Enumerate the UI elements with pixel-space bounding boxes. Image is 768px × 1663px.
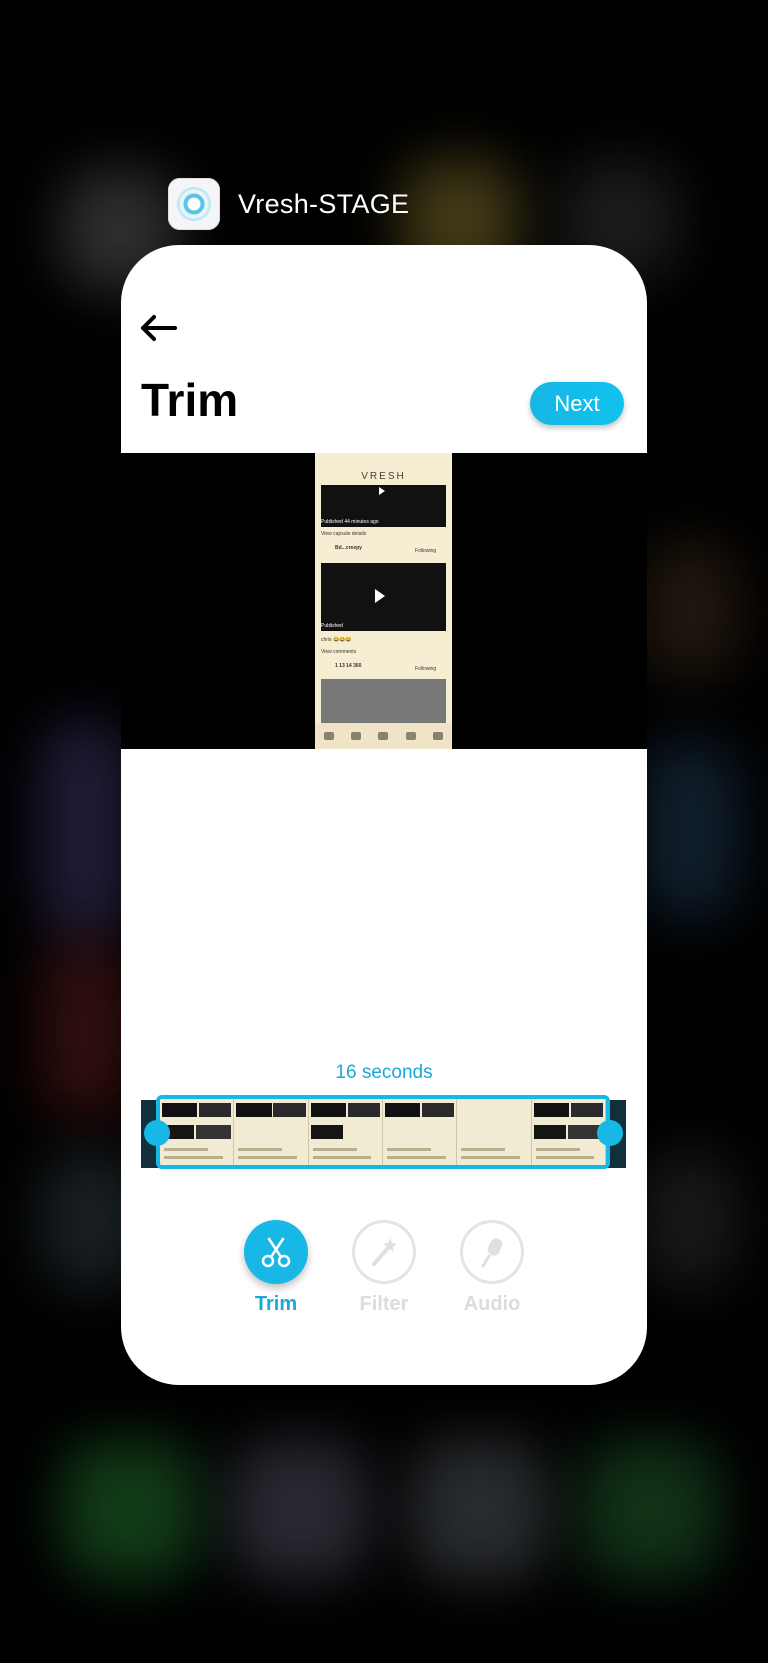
tool-audio[interactable]: Audio <box>458 1220 526 1316</box>
play-icon <box>375 589 385 603</box>
preview-status: Published <box>321 519 343 525</box>
preview-username: 1 13 14 360 <box>335 663 362 669</box>
app-card[interactable]: Trim Next VRESH Published 44 minutes ago… <box>121 245 647 1385</box>
filmstrip-frame <box>382 1099 458 1165</box>
trim-duration: 16 seconds <box>335 1062 433 1083</box>
background-app-blur <box>640 740 740 920</box>
app-icon[interactable] <box>168 178 220 230</box>
dock-app-blur <box>410 1440 550 1580</box>
tool-trim[interactable]: Trim <box>242 1220 310 1316</box>
filmstrip-frame <box>308 1099 383 1165</box>
back-arrow-icon[interactable] <box>139 313 179 343</box>
app-switcher-header[interactable]: Vresh-STAGE <box>168 178 409 230</box>
trim-start-handle[interactable] <box>144 1120 170 1146</box>
play-icon <box>379 487 385 495</box>
preview-comments-link: View comments <box>321 649 357 655</box>
scissors-icon <box>261 1237 291 1268</box>
next-button[interactable]: Next <box>530 382 624 425</box>
tool-filter[interactable]: Filter <box>350 1220 418 1316</box>
filmstrip-frame <box>234 1099 309 1165</box>
background-app-blur <box>40 720 130 940</box>
filmstrip-frame <box>531 1099 606 1165</box>
tool-trim-label: Trim <box>254 1293 298 1315</box>
tool-filter-label: Filter <box>359 1293 409 1315</box>
background-app-blur <box>40 940 130 1120</box>
app-name: Vresh-STAGE <box>238 188 410 219</box>
filmstrip-frame <box>160 1099 235 1165</box>
page-title: Trim <box>141 374 239 426</box>
trim-end-handle[interactable] <box>597 1120 623 1146</box>
preview-follow-badge: Following <box>415 666 437 672</box>
preview-video-thumb <box>321 679 446 723</box>
preview-status: Published <box>321 623 343 629</box>
magic-wand-icon <box>372 1238 397 1266</box>
video-frame: VRESH Published 44 minutes ago View caps… <box>315 453 452 749</box>
preview-capsule-link: View capsule details <box>321 531 367 537</box>
preview-logo: VRESH <box>361 471 406 482</box>
microphone-icon <box>481 1238 503 1268</box>
video-preview[interactable]: VRESH Published 44 minutes ago View caps… <box>121 453 647 749</box>
trim-selection[interactable] <box>156 1095 610 1169</box>
preview-caption: chris 😂😂😂 <box>321 637 352 643</box>
dock-app-blur <box>580 1440 720 1580</box>
preview-time: 44 minutes ago <box>344 519 379 525</box>
app-logo-icon <box>177 187 211 221</box>
preview-username: Bd...creepy <box>335 545 362 551</box>
background-app-blur <box>640 1150 740 1290</box>
filmstrip-frame <box>457 1099 532 1165</box>
dock-app-blur <box>230 1440 370 1580</box>
preview-tab-bar <box>315 723 452 749</box>
tool-audio-label: Audio <box>463 1293 521 1315</box>
preview-follow-badge: Following <box>415 548 437 554</box>
background-app-blur <box>640 540 740 680</box>
dock-app-blur <box>60 1440 200 1580</box>
